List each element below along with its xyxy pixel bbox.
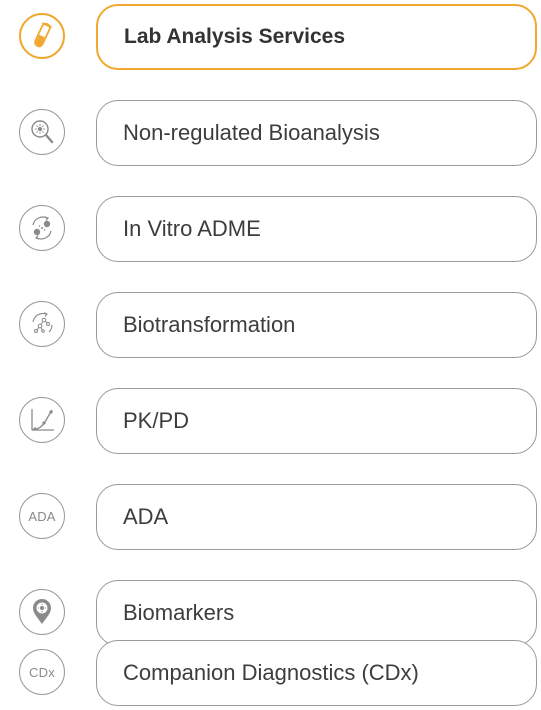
- menu-item-biotransformation[interactable]: Biotransformation: [0, 288, 541, 360]
- curve-graph-icon: [19, 397, 65, 443]
- menu-item-pk-pd[interactable]: PK/PD: [0, 384, 541, 456]
- menu-item-label: Non-regulated Bioanalysis: [123, 120, 380, 145]
- menu-item-pill[interactable]: PK/PD: [96, 388, 537, 454]
- menu-item-label: PK/PD: [123, 408, 190, 433]
- menu-item-label: Companion Diagnostics (CDx): [123, 660, 419, 685]
- menu-item-lab-analysis-services[interactable]: Lab Analysis Services: [0, 0, 541, 72]
- menu-item-pill[interactable]: Non-regulated Bioanalysis: [96, 100, 537, 166]
- magnifier-icon: [19, 109, 65, 155]
- menu-item-label: Biotransformation: [123, 312, 296, 337]
- cdx-text-icon: CDx: [19, 649, 65, 695]
- menu-item-pill[interactable]: Biotransformation: [96, 292, 537, 358]
- ada-text-icon: ADA: [19, 493, 65, 539]
- menu-item-label: ADA: [123, 504, 169, 529]
- menu-item-pill[interactable]: In Vitro ADME: [96, 196, 537, 262]
- menu-item-in-vitro-adme[interactable]: In Vitro ADME: [0, 192, 541, 264]
- test-tube-icon: [19, 13, 65, 59]
- menu-item-ada[interactable]: ADA ADA: [0, 480, 541, 552]
- menu-item-label: In Vitro ADME: [123, 216, 261, 241]
- molecule-transform-icon: [19, 301, 65, 347]
- menu-item-pill[interactable]: Companion Diagnostics (CDx): [96, 640, 537, 706]
- menu-item-non-regulated-bioanalysis[interactable]: Non-regulated Bioanalysis: [0, 96, 541, 168]
- menu-item-pill[interactable]: Lab Analysis Services: [96, 4, 537, 70]
- service-menu: Lab Analysis Services Non-regulated Bioa…: [0, 0, 541, 710]
- cycle-molecules-icon: [19, 205, 65, 251]
- menu-item-companion-diagnostics[interactable]: CDx Companion Diagnostics (CDx): [0, 636, 541, 708]
- menu-item-pill[interactable]: ADA: [96, 484, 537, 550]
- menu-item-label: Lab Analysis Services: [124, 25, 346, 48]
- location-pin-icon: [19, 589, 65, 635]
- menu-item-label: Biomarkers: [123, 600, 235, 625]
